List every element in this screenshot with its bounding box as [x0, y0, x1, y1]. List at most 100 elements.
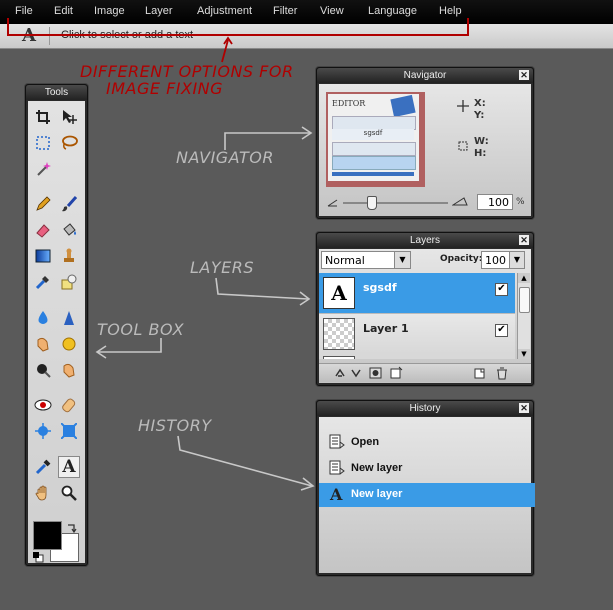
red-eye-tool-icon[interactable] [32, 394, 54, 416]
annotation-navigator: NAVIGATOR [176, 148, 274, 167]
h-label: H: [474, 148, 487, 159]
pencil-tool-icon[interactable] [32, 193, 54, 215]
spot-heal-icon[interactable] [58, 394, 80, 416]
history-item[interactable]: Open [319, 431, 535, 455]
layer-row-selected[interactable]: A sgsdf ✔ [319, 273, 515, 313]
layers-scrollbar[interactable]: ▲ ▼ [517, 273, 530, 359]
thumbnail-row [332, 142, 416, 156]
zoom-slider-handle[interactable] [367, 196, 377, 210]
layer-row[interactable]: Layer 1 ✔ [319, 313, 515, 354]
sponge-tool-icon[interactable] [58, 333, 80, 355]
document-icon [329, 460, 345, 475]
eraser-tool-icon[interactable] [32, 219, 54, 241]
tools-body: A [28, 101, 85, 563]
close-icon[interactable]: ✕ [519, 403, 529, 413]
navigator-thumbnail[interactable]: EDITOR sgsdf [326, 92, 425, 187]
layer-mask-icon[interactable] [369, 367, 383, 379]
opacity-select[interactable]: 100 ▼ [481, 251, 525, 269]
visibility-checkbox[interactable]: ✔ [495, 283, 508, 296]
zoom-slider-track[interactable] [343, 202, 448, 204]
crop-tool-icon[interactable] [32, 106, 54, 128]
history-label: New layer [351, 462, 403, 474]
swap-colors-icon[interactable] [66, 522, 78, 534]
clone-stamp-icon[interactable] [58, 245, 80, 267]
annotation-layers: LAYERS [190, 258, 255, 277]
zoom-unit: % [516, 197, 525, 207]
navigator-body: EDITOR sgsdf X: Y: W: H: 100 % [319, 84, 531, 216]
pinch-tool-icon[interactable] [58, 420, 80, 442]
thumbnail-row [332, 116, 416, 130]
tools-title: Tools [26, 85, 87, 100]
fill-bucket-icon[interactable] [58, 219, 80, 241]
hand-tool-icon[interactable] [32, 482, 54, 504]
text-tool-glyph: A [62, 457, 76, 477]
position-icon [457, 100, 469, 112]
new-layer-icon[interactable] [473, 367, 487, 379]
history-label: New layer [351, 488, 403, 500]
burn-tool-icon[interactable] [32, 359, 54, 381]
close-icon[interactable]: ✕ [519, 235, 529, 245]
layer-name: Layer 1 [363, 322, 409, 335]
move-tool-icon[interactable] [58, 106, 80, 128]
shape-tool-icon[interactable] [58, 271, 80, 293]
opacity-value: 100 [485, 254, 506, 267]
layer-styles-icon[interactable] [349, 367, 363, 379]
magic-wand-icon[interactable] [32, 158, 54, 180]
chevron-down-icon: ▼ [394, 252, 410, 268]
size-icon [458, 141, 468, 151]
history-item-selected[interactable]: A New layer [319, 483, 535, 507]
blend-mode-select[interactable]: Normal ▼ [321, 251, 411, 269]
navigator-title: Navigator [403, 70, 447, 81]
annotation-history: HISTORY [138, 416, 212, 435]
thumbnail-image [390, 94, 416, 118]
default-colors-icon[interactable] [33, 552, 44, 563]
layer-row-partial [319, 353, 515, 359]
sharpen-tool-icon[interactable] [58, 307, 80, 329]
text-tool-button[interactable]: A [58, 456, 80, 478]
y-label: Y: [474, 110, 485, 121]
gradient-tool-icon[interactable] [32, 245, 54, 267]
link-layers-icon[interactable] [333, 367, 347, 379]
tools-panel: Tools A [25, 84, 88, 566]
scroll-down-icon[interactable]: ▼ [518, 349, 530, 359]
history-body: Open New layer A New layer [319, 417, 535, 573]
layers-title: Layers [409, 235, 440, 246]
primary-color-swatch[interactable] [33, 521, 62, 550]
document-icon [329, 434, 345, 449]
blur-tool-icon[interactable] [32, 307, 54, 329]
smudge-tool-icon[interactable] [32, 333, 54, 355]
close-icon[interactable]: ✕ [519, 70, 529, 80]
history-label: Open [351, 436, 380, 448]
text-layer-thumb-icon: A [323, 277, 355, 309]
history-title: History [409, 403, 441, 414]
zoom-out-icon[interactable] [327, 198, 341, 208]
zoom-in-icon[interactable] [452, 197, 468, 207]
scrollbar-thumb[interactable] [519, 287, 530, 313]
zoom-tool-icon[interactable] [58, 482, 80, 504]
thumbnail-row [332, 156, 416, 170]
zoom-input[interactable]: 100 [477, 194, 513, 210]
thumbnail-footer [332, 172, 414, 176]
navigator-panel: Navigator ✕ EDITOR sgsdf X: Y: W: H: 100 … [316, 67, 534, 219]
history-panel: History ✕ Open New layer A New layer [316, 400, 535, 576]
blend-mode-value: Normal [325, 254, 365, 267]
layer-settings-icon[interactable] [389, 366, 403, 380]
dodge-tool-icon[interactable] [58, 359, 80, 381]
color-replace-icon[interactable] [32, 271, 54, 293]
brush-tool-icon[interactable] [58, 193, 80, 215]
opacity-label: Opacity: [440, 254, 483, 264]
bloat-tool-icon[interactable] [32, 420, 54, 442]
color-picker-icon[interactable] [32, 456, 54, 478]
transparent-layer-thumb [323, 318, 355, 350]
thumbnail-text: sgsdf [332, 129, 414, 140]
trash-icon[interactable] [495, 366, 509, 380]
marquee-tool-icon[interactable] [32, 132, 54, 154]
visibility-checkbox[interactable]: ✔ [495, 324, 508, 337]
history-item[interactable]: New layer [319, 457, 535, 481]
annotation-toolbox: TOOL BOX [97, 320, 185, 339]
lasso-tool-icon[interactable] [58, 132, 80, 154]
navigator-title-bar: Navigator ✕ [317, 68, 533, 83]
layers-body: Normal ▼ Opacity: 100 ▼ A sgsdf ✔ Layer 1 … [319, 249, 531, 383]
layers-toolbar [319, 363, 531, 382]
scroll-up-icon[interactable]: ▲ [518, 273, 530, 283]
